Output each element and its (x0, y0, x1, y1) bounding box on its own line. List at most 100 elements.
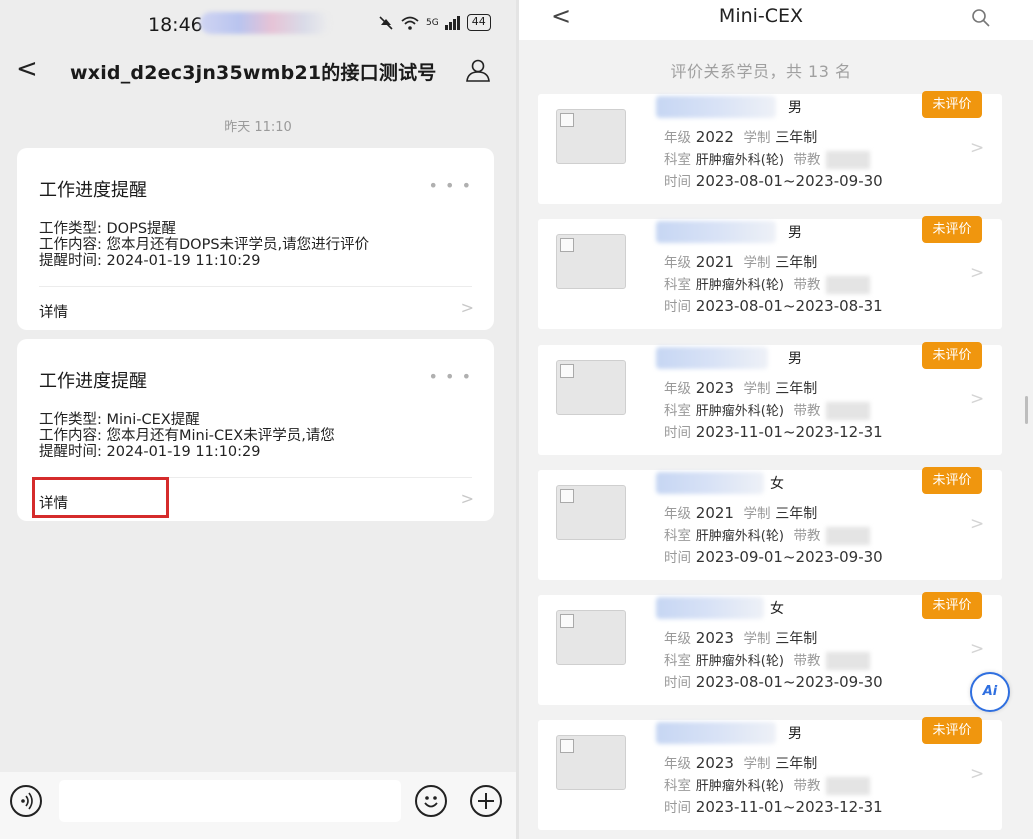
status-bar: 18:46 5G 44 (0, 0, 516, 48)
system-value: 三年制 (775, 255, 818, 271)
status-time: 18:46 (148, 14, 203, 36)
dept-row: 科室 肝肿瘤外科(轮) 带教 (664, 524, 871, 545)
tutor-name-blurred (826, 526, 871, 545)
system-label: 学制 (743, 381, 771, 397)
tutor-label: 带教 (793, 778, 821, 794)
tutor-label: 带教 (793, 277, 821, 293)
student-card[interactable]: 女 未评价 年级 2021 学制 三年制 科室 肝肿瘤外科(轮) 带教 时间 2023-… (538, 467, 1002, 580)
student-count: 评价关系学员，共 13 名 (670, 62, 852, 81)
chat-timestamp: 昨天 11:10 (224, 120, 292, 135)
card-body: 工作类型: DOPS提醒 工作内容: 您本月还有DOPS未评学员,请您进行评价 … (39, 221, 369, 269)
system-value: 三年制 (775, 130, 818, 146)
wifi-icon (401, 16, 419, 30)
time-value: 2023-11-01~2023-12-31 (695, 423, 883, 441)
system-value: 三年制 (775, 506, 818, 522)
student-name-blurred (656, 347, 768, 369)
status-badge: 未评价 (922, 216, 982, 243)
student-name-blurred (656, 96, 776, 118)
student-name-blurred (656, 597, 764, 619)
more-icon[interactable]: • • • (429, 367, 472, 386)
reminder-card: 工作进度提醒 • • • 工作类型: Mini-CEX提醒 工作内容: 您本月还… (17, 339, 494, 521)
time-row: 时间 2023-11-01~2023-12-31 (664, 796, 883, 816)
page-title: Mini-CEX (718, 5, 804, 27)
system-label: 学制 (743, 631, 771, 647)
voice-icon[interactable] (10, 785, 42, 817)
mini-cex-pane: < Mini-CEX 评价关系学员，共 13 名 男未评价 年级 2022 学制 … (519, 0, 1033, 839)
student-card[interactable]: 男 未评价 年级 2022 学制 三年制 科室 肝肿瘤外科(轮) 带教 时间 2023-… (538, 91, 1002, 204)
time-label: 时间 (664, 800, 691, 816)
student-photo (556, 109, 626, 164)
grade-label: 年级 (664, 255, 691, 271)
page-header: < Mini-CEX (519, 0, 1033, 40)
ai-assistant-icon[interactable]: Ai (970, 672, 1010, 712)
chevron-right-icon: > (970, 764, 985, 784)
chevron-right-icon: > (970, 514, 985, 534)
dept-value: 肝肿瘤外科(轮) (695, 278, 784, 293)
work-type-line: 工作类型: Mini-CEX提醒 (39, 412, 200, 428)
grade-label: 年级 (664, 756, 691, 772)
student-card[interactable]: 男 未评价 年级 2023 学制 三年制 科室 肝肿瘤外科(轮) 带教 时间 2023-… (538, 342, 1002, 455)
mute-icon (379, 15, 393, 30)
search-icon[interactable] (971, 8, 991, 28)
card-title: 工作进度提醒 (39, 371, 147, 392)
emoji-icon[interactable] (415, 785, 447, 817)
grade-value: 2021 (695, 253, 734, 271)
student-photo (556, 360, 626, 415)
details-link[interactable]: 详情 (39, 301, 68, 322)
chevron-right-icon: > (970, 389, 985, 409)
grade-value: 2023 (695, 629, 734, 647)
grade-label: 年级 (664, 631, 691, 647)
input-bar (0, 772, 516, 839)
card-title: 工作进度提醒 (39, 180, 147, 201)
system-label: 学制 (743, 130, 771, 146)
chat-title: wxid_d2ec3jn35wmb21的接口测试号 (70, 62, 437, 84)
message-input[interactable] (59, 780, 401, 822)
student-card[interactable]: 女 未评价 年级 2023 学制 三年制 科室 肝肿瘤外科(轮) 带教 时间 2023-… (538, 592, 1002, 705)
dept-label: 科室 (664, 277, 691, 293)
student-photo (556, 485, 626, 540)
time-label: 时间 (664, 174, 691, 190)
dept-label: 科室 (664, 152, 691, 168)
grade-row: 年级 2021 学制 三年制 (664, 502, 817, 523)
student-gender: 男 (788, 351, 802, 367)
grade-row: 年级 2021 学制 三年制 (664, 251, 817, 272)
remind-time-line: 提醒时间: 2024-01-19 11:10:29 (39, 253, 261, 269)
tutor-name-blurred (826, 651, 871, 670)
dept-label: 科室 (664, 778, 691, 794)
dept-row: 科室 肝肿瘤外科(轮) 带教 (664, 273, 871, 294)
system-value: 三年制 (775, 756, 818, 772)
network-label: 5G (426, 17, 439, 28)
back-icon[interactable]: < (16, 54, 38, 84)
student-name-blurred (656, 722, 776, 744)
wechat-chat-pane: 18:46 5G 44 < wxid_d2ec3jn35wmb21的接口测试号 … (0, 0, 516, 839)
student-card[interactable]: 男 未评价 年级 2021 学制 三年制 科室 肝肿瘤外科(轮) 带教 时间 2023-… (538, 216, 1002, 329)
student-gender: 女 (770, 476, 784, 492)
more-icon[interactable]: • • • (429, 176, 472, 195)
card-body: 工作类型: Mini-CEX提醒 工作内容: 您本月还有Mini-CEX未评学员… (39, 412, 335, 460)
dept-row: 科室 肝肿瘤外科(轮) 带教 (664, 148, 871, 169)
dept-row: 科室 肝肿瘤外科(轮) 带教 (664, 774, 871, 795)
system-label: 学制 (743, 255, 771, 271)
grade-value: 2022 (695, 128, 734, 146)
remind-time-line: 提醒时间: 2024-01-19 11:10:29 (39, 444, 261, 460)
chevron-right-icon: > (460, 489, 474, 508)
time-value: 2023-08-01~2023-09-30 (695, 673, 883, 691)
tutor-label: 带教 (793, 403, 821, 419)
student-gender: 男 (788, 726, 802, 742)
battery-icon: 44 (466, 14, 491, 31)
system-label: 学制 (743, 506, 771, 522)
student-gender: 男 (788, 100, 802, 116)
time-row: 时间 2023-08-01~2023-09-30 (664, 671, 883, 691)
scrollbar[interactable] (1025, 396, 1028, 424)
time-label: 时间 (664, 299, 691, 315)
student-card[interactable]: 男 未评价 年级 2023 学制 三年制 科室 肝肿瘤外科(轮) 带教 时间 2023-… (538, 717, 1002, 830)
person-icon[interactable] (464, 59, 492, 83)
highlight-box (32, 477, 169, 518)
time-label: 时间 (664, 425, 691, 441)
work-content-line: 工作内容: 您本月还有DOPS未评学员,请您进行评价 (39, 237, 370, 253)
student-photo (556, 735, 626, 790)
time-value: 2023-11-01~2023-12-31 (695, 798, 883, 816)
tutor-name-blurred (826, 776, 871, 795)
plus-icon[interactable] (470, 785, 502, 817)
student-photo (556, 234, 626, 289)
